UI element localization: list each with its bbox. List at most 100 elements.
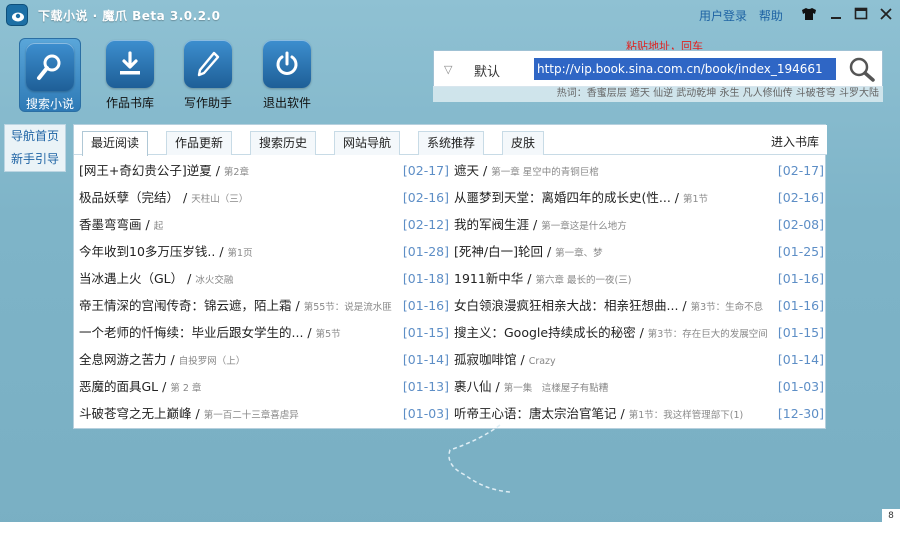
chapter-label[interactable]: 第 2 章 — [170, 383, 201, 394]
separator: / — [291, 298, 304, 313]
tab-system-recommend[interactable]: 系统推荐 — [418, 131, 485, 155]
help-link[interactable]: 帮助 — [759, 9, 783, 23]
recent-list-left: [网王+奇幻贵公子]逆夏 / 第2章 [02-17] 极品妖孽（完结） / 天柱山（… — [79, 157, 451, 427]
book-title[interactable]: 极品妖孽（完结） — [79, 190, 179, 205]
tab-search-history[interactable]: 搜索历史 — [250, 131, 317, 155]
chapter-label[interactable]: 第5节 — [316, 329, 341, 340]
skin-shirt-icon[interactable] — [798, 5, 818, 23]
book-title[interactable]: 一个老师的忏悔续：毕业后跟女学生的... — [79, 325, 303, 340]
list-item[interactable]: 一个老师的忏悔续：毕业后跟女学生的... / 第5节 [01-15] — [79, 319, 451, 346]
separator: / — [141, 217, 154, 232]
book-title[interactable]: 我的军阀生涯 — [454, 217, 529, 232]
book-title[interactable]: 帝王情深的宫闱传奇：锦云遮，陌上霜 — [79, 298, 292, 313]
chapter-label[interactable]: 第一章 星空中的青铜巨棺 — [491, 167, 599, 178]
chapter-label[interactable]: 第3节：存在巨大的发展空间 — [648, 329, 768, 340]
toolbar-exit-button[interactable]: 退出软件 — [256, 40, 318, 111]
beginner-guide-link[interactable]: 新手引导 — [5, 148, 65, 171]
maximize-icon[interactable] — [851, 5, 871, 23]
separator: / — [303, 325, 316, 340]
chapter-label[interactable]: 第一章这是什么地方 — [541, 221, 627, 232]
nav-home-link[interactable]: 导航首页 — [5, 125, 65, 148]
update-date: [01-18] — [400, 265, 449, 292]
list-item[interactable]: 搜主义：Google持续成长的秘密 / 第3节：存在巨大的发展空间 [01-15] — [454, 319, 826, 346]
chapter-label[interactable]: 第3节：生命不息 — [691, 302, 764, 313]
list-item[interactable]: [死神/白一]轮回 / 第一章、梦 [01-25] — [454, 238, 826, 265]
list-item[interactable]: 从噩梦到天堂：离婚四年的成长史(性... / 第1节 [02-16] — [454, 184, 826, 211]
list-item[interactable]: 当冰遇上火（GL） / 冰火交融 [01-18] — [79, 265, 451, 292]
book-title[interactable]: 听帝王心语：唐太宗治官笔记 — [454, 406, 617, 421]
chapter-label[interactable]: 第1节 — [683, 194, 708, 205]
list-item[interactable]: 恶魔的面具GL / 第 2 章 [01-13] — [79, 373, 451, 400]
corner-label: 8 — [882, 509, 900, 523]
login-link[interactable]: 用户登录 — [699, 9, 747, 23]
book-title[interactable]: 当冰遇上火（GL） — [79, 271, 183, 286]
chapter-label[interactable]: 第1节：我这样管理部下(1) — [629, 410, 744, 421]
list-item[interactable]: 香墨弯弯画 / 起 [02-12] — [79, 211, 451, 238]
tab-site-navigation[interactable]: 网站导航 — [334, 131, 401, 155]
list-item[interactable]: 1911新中华 / 第六章 最长的一夜(三) [01-16] — [454, 265, 826, 292]
chapter-label[interactable]: 第一集 這樣屋子有點糟 — [504, 383, 609, 394]
list-item[interactable]: 孤寂咖啡馆 / Crazy [01-14] — [454, 346, 826, 373]
hot-words[interactable]: 热词：香蜜层层 遮天 仙逆 武动乾坤 永生 凡人修仙传 斗破苍穹 斗罗大陆 — [433, 86, 883, 102]
book-title[interactable]: 斗破苍穹之无上巅峰 — [79, 406, 192, 421]
minimize-icon[interactable] — [826, 5, 846, 23]
url-input[interactable] — [534, 58, 836, 80]
book-title[interactable]: 今年收到10多万压岁钱.. — [79, 244, 215, 259]
book-title[interactable]: 裹八仙 — [454, 379, 492, 394]
chapter-label[interactable]: 冰火交融 — [195, 275, 233, 286]
chapter-label[interactable]: 起 — [154, 221, 164, 232]
update-date: [02-08] — [775, 211, 824, 238]
list-item[interactable]: [网王+奇幻贵公子]逆夏 / 第2章 [02-17] — [79, 157, 451, 184]
book-title[interactable]: 全息网游之苦力 — [79, 352, 167, 367]
search-box: ▽ 默认 — [433, 50, 883, 87]
search-mode-select[interactable]: 默认 — [474, 61, 500, 80]
chapter-label[interactable]: 第六章 最长的一夜(三) — [535, 275, 631, 286]
toolbar-label: 搜索小说 — [25, 97, 74, 111]
tab-work-updates[interactable]: 作品更新 — [166, 131, 233, 155]
list-item[interactable]: 全息网游之苦力 / 自投罗网（上） [01-14] — [79, 346, 451, 373]
book-title[interactable]: [网王+奇幻贵公子]逆夏 — [79, 163, 212, 178]
toolbar-library-button[interactable]: 作品书库 — [99, 40, 161, 111]
list-item[interactable]: 我的军阀生涯 / 第一章这是什么地方 [02-08] — [454, 211, 826, 238]
search-icon[interactable] — [848, 56, 876, 82]
list-item[interactable]: 斗破苍穹之无上巅峰 / 第一百二十三章喜虐异 [01-03] — [79, 400, 451, 427]
tab-recent-reading[interactable]: 最近阅读 — [82, 131, 149, 156]
chapter-label[interactable]: 第一百二十三章喜虐异 — [204, 410, 299, 421]
book-title[interactable]: 遮天 — [454, 163, 479, 178]
chevron-down-icon[interactable]: ▽ — [444, 63, 452, 76]
close-icon[interactable] — [876, 5, 896, 23]
chapter-label[interactable]: 第1页 — [228, 248, 253, 259]
chapter-label[interactable]: 第一章、梦 — [555, 248, 603, 259]
list-item[interactable]: 极品妖孽（完结） / 天柱山（三） [02-16] — [79, 184, 451, 211]
separator: / — [616, 406, 629, 421]
goto-library-link[interactable]: 进入书库 — [771, 133, 819, 150]
chapter-label[interactable]: 第2章 — [224, 167, 249, 178]
separator: / — [635, 325, 648, 340]
chapter-label[interactable]: 天柱山（三） — [191, 194, 248, 205]
chapter-label[interactable]: Crazy — [529, 356, 556, 367]
book-title[interactable]: [死神/白一]轮回 — [454, 244, 543, 259]
top-links: 用户登录 帮助 — [699, 7, 791, 24]
chapter-label[interactable]: 自投罗网（上） — [179, 356, 246, 367]
list-item[interactable]: 裹八仙 / 第一集 這樣屋子有點糟 [01-03] — [454, 373, 826, 400]
update-date: [01-16] — [775, 265, 824, 292]
book-title[interactable]: 搜主义：Google持续成长的秘密 — [454, 325, 636, 340]
list-item[interactable]: 遮天 / 第一章 星空中的青铜巨棺 [02-17] — [454, 157, 826, 184]
tab-skin[interactable]: 皮肤 — [502, 131, 545, 155]
list-item[interactable]: 女白领浪漫疯狂相亲大战：相亲狂想曲... / 第3节：生命不息 [01-16] — [454, 292, 826, 319]
book-title[interactable]: 孤寂咖啡馆 — [454, 352, 517, 367]
list-item[interactable]: 帝王情深的宫闱传奇：锦云遮，陌上霜 / 第55节：说是流水匪 [01-16] — [79, 292, 451, 319]
book-title[interactable]: 1911新中华 — [454, 271, 523, 286]
book-title[interactable]: 女白领浪漫疯狂相亲大战：相亲狂想曲... — [454, 298, 678, 313]
search-icon — [26, 43, 74, 91]
toolbar-label: 作品书库 — [105, 96, 154, 110]
book-title[interactable]: 恶魔的面具GL — [79, 379, 158, 394]
book-title[interactable]: 从噩梦到天堂：离婚四年的成长史(性... — [454, 190, 671, 205]
update-date: [02-17] — [400, 157, 449, 184]
book-title[interactable]: 香墨弯弯画 — [79, 217, 142, 232]
app-window: 下载小说 · 魔爪 Beta 3.0.2.0 用户登录 帮助 搜索小说 作品书库 — [0, 0, 900, 542]
toolbar-writing-assistant-button[interactable]: 写作助手 — [177, 40, 239, 111]
list-item[interactable]: 今年收到10多万压岁钱.. / 第1页 [01-28] — [79, 238, 451, 265]
toolbar-search-novel-button[interactable]: 搜索小说 — [19, 38, 81, 112]
chapter-label[interactable]: 第55节：说是流水匪 — [304, 302, 392, 313]
